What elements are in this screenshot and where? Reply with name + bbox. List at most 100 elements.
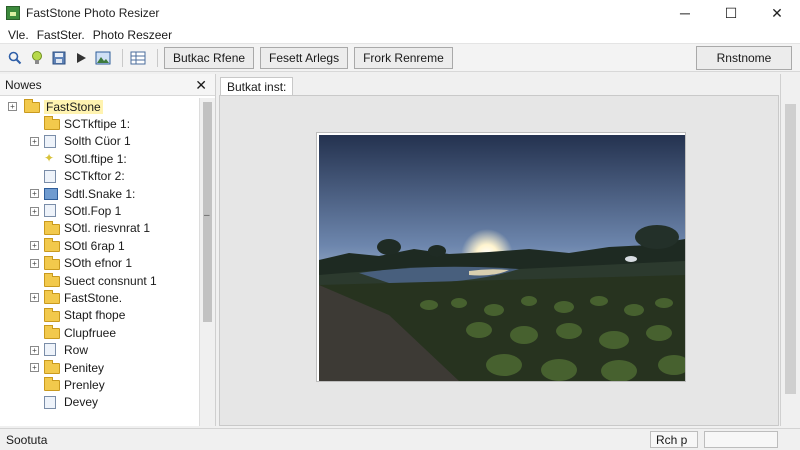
expand-icon[interactable]: +: [30, 241, 39, 251]
tree-item-label: SCTkftipe 1:: [64, 117, 131, 132]
tree-item-label: Clupfruee: [64, 325, 117, 340]
folder-icon: [44, 272, 60, 287]
tree-item-label: SOth efnor 1: [64, 256, 133, 271]
tree-item[interactable]: + Penitey: [0, 359, 200, 376]
status-text: Sootuta: [6, 432, 48, 447]
scroll-grip-icon: –: [204, 210, 210, 221]
search-icon[interactable]: [6, 49, 24, 67]
tree-item[interactable]: ✦ SOtl.ftipe 1:: [0, 150, 200, 167]
menu-item-file[interactable]: Vle.: [4, 28, 33, 42]
minimize-button[interactable]: ─: [662, 0, 708, 26]
tree-item[interactable]: + Row: [0, 341, 200, 358]
tree-item-label: SCTkftor 2:: [64, 169, 125, 184]
tree-item[interactable]: + Solth Cüor 1: [0, 133, 200, 150]
tree-item[interactable]: SOtl. riesvnrat 1: [0, 220, 200, 237]
tree-item[interactable]: + FastStone.: [0, 289, 200, 306]
app-logo-icon: [6, 6, 20, 20]
document-icon: [44, 169, 56, 183]
scrollbar-thumb[interactable]: [785, 104, 796, 394]
preview-scrollbar[interactable]: [780, 74, 800, 426]
tree-item[interactable]: + FastStone: [0, 98, 200, 115]
tree-item-label: Penitey: [64, 360, 105, 375]
tree-item-label: Suect consnunt 1: [64, 273, 157, 288]
reset-settings-button[interactable]: Fesett Arlegs: [260, 46, 349, 69]
close-button[interactable]: ✕: [754, 0, 800, 26]
tree-item[interactable]: Prenley: [0, 376, 200, 393]
batch-rename-button[interactable]: Frork Renreme: [354, 46, 453, 69]
folder-icon: [44, 255, 60, 270]
tree-item-label: Devey: [64, 395, 99, 410]
status-cell-empty: [704, 431, 778, 448]
folder-tree-scrollbar[interactable]: –: [199, 98, 215, 426]
toolbar-separator: [157, 48, 158, 67]
tree-item-label: FastStone.: [64, 290, 123, 305]
folder-icon: [44, 116, 60, 131]
folder-icon: [44, 238, 60, 253]
tree-item[interactable]: SCTkftipe 1:: [0, 115, 200, 132]
batch-convert-button[interactable]: Butkac Rfene: [164, 46, 255, 69]
tree-item[interactable]: + SOtl 6rap 1: [0, 237, 200, 254]
tree-item-label: Sdtl.Snake 1:: [64, 186, 136, 201]
tree-item[interactable]: Suect consnunt 1: [0, 272, 200, 289]
tree-item[interactable]: + Sdtl.Snake 1:: [0, 185, 200, 202]
file-icon: [44, 395, 56, 409]
image-file-icon: [44, 187, 58, 200]
expand-icon[interactable]: +: [30, 293, 39, 303]
tree-item-label: SOtl.Fop 1: [64, 204, 122, 219]
tree-item-label: SOtl 6rap 1: [64, 238, 125, 253]
star-icon: ✦: [44, 151, 55, 166]
folder-icon: [44, 307, 60, 322]
menu-item-faststone[interactable]: FastSter.: [33, 28, 89, 42]
expand-icon[interactable]: +: [30, 363, 39, 373]
preview-area: [219, 95, 779, 426]
expand-icon[interactable]: +: [30, 189, 39, 199]
file-icon: [44, 343, 56, 357]
status-bar: Sootuta Rch p: [0, 428, 800, 450]
play-icon[interactable]: [72, 49, 90, 67]
window-controls: ─ ☐ ✕: [662, 0, 800, 26]
folder-panel-title: Nowes: [5, 77, 42, 92]
bulb-icon[interactable]: [28, 49, 46, 67]
expand-icon[interactable]: +: [30, 345, 39, 355]
tree-item[interactable]: + SOtl.Fop 1: [0, 202, 200, 219]
folder-icon: [44, 220, 60, 235]
tree-item-label: Prenley: [64, 377, 105, 392]
status-cell: Rch p: [650, 431, 698, 448]
tree-item[interactable]: Stapt fhope: [0, 307, 200, 324]
tree-item[interactable]: Devey: [0, 394, 200, 411]
folder-icon: [44, 377, 60, 392]
file-icon: [44, 204, 56, 218]
folder-panel: Nowes ✕ + FastStone SCTkftipe 1: + Solth Cüo…: [0, 74, 216, 426]
window-title: FastStone Photo Resizer: [26, 6, 160, 20]
close-icon[interactable]: ✕: [195, 77, 207, 94]
save-icon[interactable]: [50, 49, 68, 67]
folder-icon: [24, 99, 40, 113]
menu-bar: Vle. FastSter. Photo Reszeer: [0, 26, 800, 44]
expand-icon[interactable]: +: [8, 102, 17, 112]
tree-item-label: Stapt fhope: [64, 308, 126, 323]
image-icon[interactable]: [94, 49, 112, 67]
menu-item-photo-resizer[interactable]: Photo Reszeer: [89, 28, 176, 42]
tree-item-label: SOtl.ftipe 1:: [64, 151, 127, 166]
maximize-button[interactable]: ☐: [708, 0, 754, 26]
expand-icon[interactable]: +: [30, 136, 39, 146]
tab-batch-list[interactable]: Butkat inst:: [220, 77, 294, 95]
preview-photo: [319, 135, 685, 381]
grid-icon[interactable]: [129, 49, 147, 67]
image-preview-frame: [316, 132, 686, 382]
file-icon: [44, 134, 56, 148]
tree-item-label: Row: [64, 343, 89, 358]
tree-item[interactable]: + SOth efnor 1: [0, 255, 200, 272]
toolbar-separator: [122, 48, 123, 67]
folder-icon: [44, 359, 60, 374]
folder-panel-header: Nowes: [0, 74, 215, 96]
tree-item-label: SOtl. riesvnrat 1: [64, 221, 151, 236]
expand-icon[interactable]: +: [30, 206, 39, 216]
toolbar: Butkac Rfene Fesett Arlegs Frork Renreme…: [0, 44, 800, 72]
tree-item[interactable]: SCTkftor 2:: [0, 168, 200, 185]
folder-tree: + FastStone SCTkftipe 1: + Solth Cüor 1 ✦ SOtl…: [0, 98, 200, 426]
folder-icon: [44, 325, 60, 340]
tree-item[interactable]: Clupfruee: [0, 324, 200, 341]
rename-button[interactable]: Rnstnome: [696, 46, 792, 70]
expand-icon[interactable]: +: [30, 258, 39, 268]
